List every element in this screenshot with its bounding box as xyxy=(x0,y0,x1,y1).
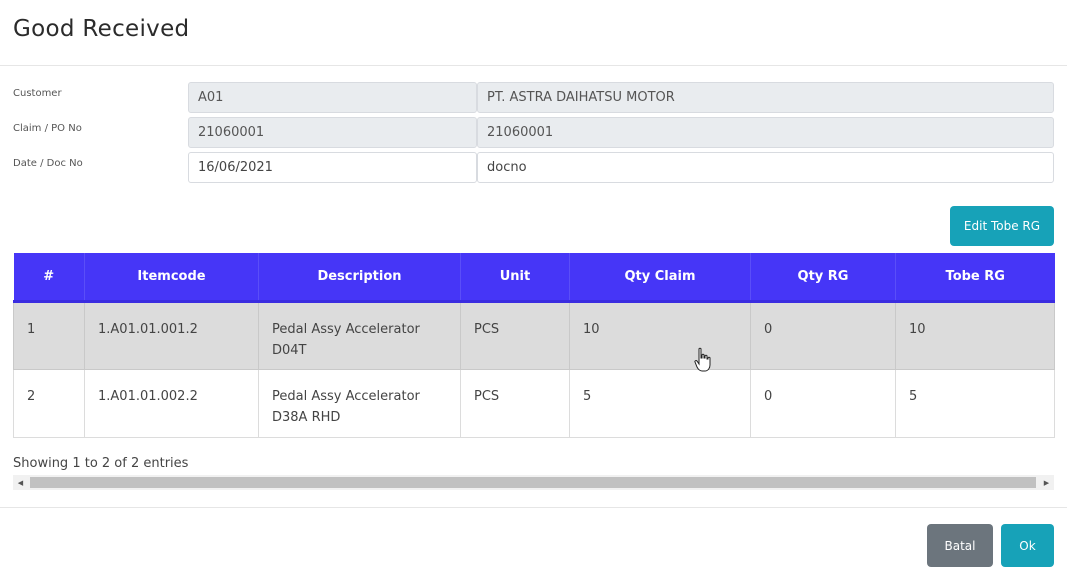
horizontal-scrollbar[interactable]: ◀ ▶ xyxy=(13,475,1054,490)
claim-label: Claim / PO No xyxy=(13,123,82,134)
cell-tobe-rg[interactable]: 10 xyxy=(895,300,1055,370)
cell-qty-claim: 5 xyxy=(569,368,751,438)
description-line: D38A RHD xyxy=(272,409,341,425)
column-header-qty-rg[interactable]: Qty RG xyxy=(750,253,896,303)
modal-title: Good Received xyxy=(13,16,190,42)
column-header-itemcode[interactable]: Itemcode xyxy=(84,253,259,303)
footer-divider xyxy=(0,507,1067,508)
edit-tobe-rg-button[interactable]: Edit Tobe RG xyxy=(950,206,1054,246)
table-row[interactable]: 1 1.A01.01.001.2 Pedal Assy Accelerator D… xyxy=(13,300,1055,370)
cell-description: Pedal Assy Accelerator D38A RHD xyxy=(258,368,461,438)
claim-no-field[interactable]: 21060001 xyxy=(188,117,477,148)
description-line: D04T xyxy=(272,342,307,358)
date-field[interactable]: 16/06/2021 xyxy=(188,152,477,183)
description-line: Pedal Assy Accelerator xyxy=(272,321,420,337)
table-info: Showing 1 to 2 of 2 entries xyxy=(13,456,189,471)
cell-no: 2 xyxy=(13,368,85,438)
scroll-left-arrow-icon[interactable]: ◀ xyxy=(13,475,28,490)
cell-itemcode: 1.A01.01.001.2 xyxy=(84,300,259,370)
customer-name-field[interactable]: PT. ASTRA DAIHATSU MOTOR xyxy=(477,82,1054,113)
column-header-tobe-rg[interactable]: Tobe RG xyxy=(895,253,1055,303)
cell-unit: PCS xyxy=(460,300,570,370)
column-header-no[interactable]: # xyxy=(13,253,85,303)
scroll-thumb[interactable] xyxy=(30,477,1036,488)
cell-description: Pedal Assy Accelerator D04T xyxy=(258,300,461,370)
customer-label: Customer xyxy=(13,88,62,99)
goods-table: # Itemcode Description Unit Qty Claim Qt… xyxy=(13,253,1055,438)
column-header-unit[interactable]: Unit xyxy=(460,253,570,303)
table-header-row: # Itemcode Description Unit Qty Claim Qt… xyxy=(13,253,1055,303)
cell-qty-rg: 0 xyxy=(750,368,896,438)
scroll-right-arrow-icon[interactable]: ▶ xyxy=(1039,475,1054,490)
cell-qty-claim: 10 xyxy=(569,300,751,370)
description-line: Pedal Assy Accelerator xyxy=(272,388,420,404)
cell-qty-rg: 0 xyxy=(750,300,896,370)
cell-tobe-rg[interactable]: 5 xyxy=(895,368,1055,438)
cancel-button[interactable]: Batal xyxy=(927,524,993,567)
table-row[interactable]: 2 1.A01.01.002.2 Pedal Assy Accelerator D… xyxy=(13,368,1055,438)
doc-no-field[interactable]: docno xyxy=(477,152,1054,183)
cell-itemcode: 1.A01.01.002.2 xyxy=(84,368,259,438)
cell-no: 1 xyxy=(13,300,85,370)
ok-button[interactable]: Ok xyxy=(1001,524,1054,567)
date-label: Date / Doc No xyxy=(13,158,83,169)
column-header-qty-claim[interactable]: Qty Claim xyxy=(569,253,751,303)
header-divider xyxy=(0,65,1067,66)
cell-unit: PCS xyxy=(460,368,570,438)
po-no-field[interactable]: 21060001 xyxy=(477,117,1054,148)
column-header-description[interactable]: Description xyxy=(258,253,461,303)
customer-code-field[interactable]: A01 xyxy=(188,82,477,113)
hand-pointer-cursor-icon xyxy=(694,347,712,377)
